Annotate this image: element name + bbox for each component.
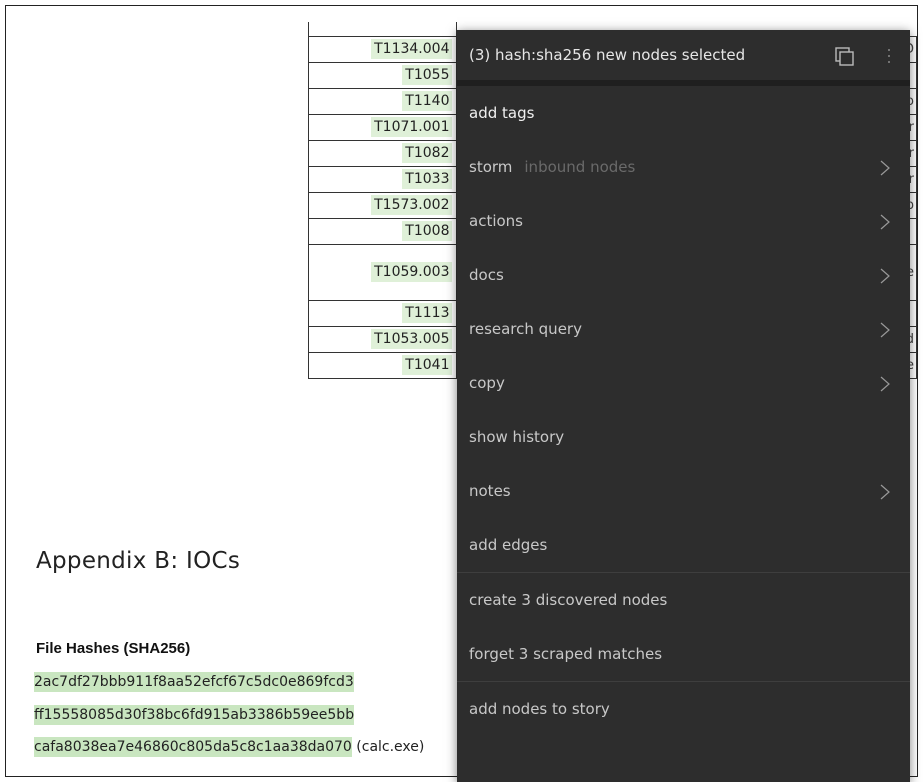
technique-id[interactable]: T1008 xyxy=(402,221,453,241)
technique-id[interactable]: T1033 xyxy=(402,169,453,189)
menu-item-label: add nodes to story xyxy=(469,700,610,718)
chevron-right-icon xyxy=(880,214,890,230)
menu-item-label: actions xyxy=(469,212,523,230)
technique-id-cell: T1573.002 xyxy=(307,191,458,219)
technique-id[interactable]: T1059.003 xyxy=(371,262,453,282)
menu-item-label: docs xyxy=(469,266,504,284)
menu-item-label: add tags xyxy=(469,104,535,122)
menu-item-label: create 3 discovered nodes xyxy=(469,591,668,609)
technique-id-cell: T1008 xyxy=(307,217,458,245)
technique-id[interactable]: T1053.005 xyxy=(371,329,453,349)
technique-id-cell: T1082 xyxy=(307,139,458,167)
technique-id-cell: T1041 xyxy=(307,351,458,379)
hash-value[interactable]: 2ac7df27bbb911f8aa52efcf67c5dc0e869fcd3 xyxy=(34,672,354,692)
menu-item-label: add edges xyxy=(469,536,548,554)
technique-id-cell xyxy=(307,22,458,37)
technique-id-cell: T1053.005 xyxy=(307,325,458,353)
menu-item-copy[interactable]: copy xyxy=(457,356,910,410)
technique-id[interactable]: T1071.001 xyxy=(371,117,453,137)
technique-id[interactable]: T1082 xyxy=(402,143,453,163)
menu-item-add-nodes-to-story[interactable]: add nodes to story xyxy=(457,682,910,736)
hash-filename: (calc.exe) xyxy=(351,739,425,755)
context-menu: (3) hash:sha256 new nodes selected add t… xyxy=(457,30,910,782)
chevron-right-icon xyxy=(880,322,890,338)
technique-id-cell: T1055 xyxy=(307,61,458,89)
technique-id[interactable]: T1055 xyxy=(402,65,453,85)
menu-item-research-query[interactable]: research query xyxy=(457,302,910,356)
technique-id[interactable]: T1134.004 xyxy=(371,39,453,59)
hash-line[interactable]: 2ac7df27bbb911f8aa52efcf67c5dc0e869fcd3 xyxy=(34,672,354,692)
chevron-right-icon xyxy=(880,268,890,284)
menu-item-storm[interactable]: storm inbound nodes xyxy=(457,140,910,194)
more-options-icon[interactable] xyxy=(887,49,891,65)
menu-item-forget-3-scraped-matches[interactable]: forget 3 scraped matches xyxy=(457,627,910,681)
appendix-title: Appendix B: IOCs xyxy=(36,548,241,574)
technique-id[interactable]: T1041 xyxy=(402,355,453,375)
menu-item-create-3-discovered-nodes[interactable]: create 3 discovered nodes xyxy=(457,573,910,627)
menu-header: (3) hash:sha256 new nodes selected xyxy=(457,30,910,86)
menu-item-label: copy xyxy=(469,374,505,392)
technique-id[interactable]: T1113 xyxy=(402,303,453,323)
hash-value[interactable]: cafa8038ea7e46860c805da5c8c1aa38da070 xyxy=(34,737,352,757)
technique-id-cell: T1071.001 xyxy=(307,113,458,141)
menu-item-docs[interactable]: docs xyxy=(457,248,910,302)
technique-id[interactable]: T1140 xyxy=(402,91,453,111)
hash-value[interactable]: ff15558085d30f38bc6fd915ab3386b59ee5bb xyxy=(34,705,355,725)
menu-item-actions[interactable]: actions xyxy=(457,194,910,248)
chevron-right-icon xyxy=(880,160,890,176)
menu-item-label: show history xyxy=(469,428,565,446)
copy-icon[interactable] xyxy=(835,47,855,67)
technique-id-cell: T1033 xyxy=(307,165,458,193)
menu-item-add-tags[interactable]: add tags xyxy=(457,86,910,140)
technique-id-cell: T1140 xyxy=(307,87,458,115)
menu-item-show-history[interactable]: show history xyxy=(457,410,910,464)
technique-id[interactable]: T1573.002 xyxy=(371,195,453,215)
menu-item-add-edges[interactable]: add edges xyxy=(457,518,910,572)
menu-item-label: storm xyxy=(469,158,513,176)
hash-line[interactable]: cafa8038ea7e46860c805da5c8c1aa38da070 (c… xyxy=(34,737,425,757)
chevron-right-icon xyxy=(880,484,890,500)
menu-item-label: forget 3 scraped matches xyxy=(469,645,663,663)
menu-item-list: add tags storm inbound nodes actions docs res… xyxy=(457,86,910,736)
menu-item-notes[interactable]: notes xyxy=(457,464,910,518)
hash-line[interactable]: ff15558085d30f38bc6fd915ab3386b59ee5bb xyxy=(34,705,355,725)
chevron-right-icon xyxy=(880,376,890,392)
technique-id-cell: T1134.004 xyxy=(307,35,458,63)
hash-heading: File Hashes (SHA256) xyxy=(36,640,191,657)
menu-header-title: (3) hash:sha256 new nodes selected xyxy=(469,46,746,64)
menu-item-label: research query xyxy=(469,320,582,338)
menu-item-sublabel: inbound nodes xyxy=(524,158,636,176)
technique-id-cell: T1059.003 xyxy=(307,243,458,301)
menu-item-label: notes xyxy=(469,482,511,500)
technique-id-cell: T1113 xyxy=(307,299,458,327)
